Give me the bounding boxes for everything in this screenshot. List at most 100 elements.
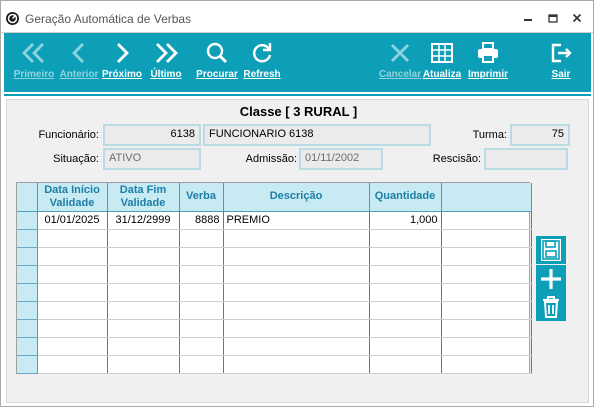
- cell-data-fim[interactable]: [107, 301, 180, 320]
- cell-verba[interactable]: [179, 265, 224, 284]
- cancel-button[interactable]: Cancelar: [378, 33, 422, 92]
- header-verba[interactable]: Verba: [179, 183, 224, 212]
- row-indicator[interactable]: [17, 337, 38, 356]
- row-indicator[interactable]: [17, 301, 38, 320]
- cell-data-inicio[interactable]: [37, 355, 108, 374]
- table-row[interactable]: [17, 337, 532, 356]
- cell-data-fim[interactable]: [107, 265, 180, 284]
- cell-data-fim[interactable]: [107, 319, 180, 338]
- first-button[interactable]: Primeiro: [12, 33, 56, 92]
- search-icon: [206, 42, 227, 63]
- cell-data-fim[interactable]: 31/12/2999: [107, 211, 180, 230]
- cell-quantidade[interactable]: [369, 337, 442, 356]
- situacao-field[interactable]: ATIVO: [103, 148, 201, 170]
- cell-data-inicio[interactable]: [37, 265, 108, 284]
- row-indicator[interactable]: [17, 265, 38, 284]
- close-button[interactable]: [570, 11, 584, 25]
- cell-verba[interactable]: [179, 355, 224, 374]
- cell-verba[interactable]: [179, 337, 224, 356]
- funcionario-code-field[interactable]: 6138: [103, 124, 201, 146]
- cell-verba[interactable]: [179, 229, 224, 248]
- table-row[interactable]: [17, 265, 532, 284]
- table-row[interactable]: 01/01/2025 31/12/2999 8888 PREMIO 1,000: [17, 211, 532, 230]
- header-data-inicio[interactable]: Data Início Validade: [37, 183, 108, 212]
- table-row[interactable]: [17, 283, 532, 302]
- save-button[interactable]: [536, 236, 566, 264]
- cell-data-fim[interactable]: [107, 283, 180, 302]
- cell-data-inicio[interactable]: [37, 247, 108, 266]
- row-indicator[interactable]: [17, 229, 38, 248]
- cell-quantidade[interactable]: [369, 247, 442, 266]
- cell-data-fim[interactable]: [107, 355, 180, 374]
- table-row[interactable]: [17, 301, 532, 320]
- cell-verba[interactable]: [179, 247, 224, 266]
- table-row[interactable]: [17, 247, 532, 266]
- cell-data-inicio[interactable]: 01/01/2025: [37, 211, 108, 230]
- next-label: Próximo: [101, 69, 142, 80]
- add-button[interactable]: [536, 265, 566, 293]
- previous-button[interactable]: Anterior: [58, 33, 100, 92]
- cell-descricao[interactable]: [223, 283, 370, 302]
- cell-verba[interactable]: [179, 283, 224, 302]
- cell-descricao[interactable]: [223, 265, 370, 284]
- funcionario-label: Funcionário:: [38, 129, 99, 141]
- row-indicator[interactable]: [17, 355, 38, 374]
- delete-button[interactable]: [536, 293, 566, 321]
- cell-data-inicio[interactable]: [37, 337, 108, 356]
- cell-quantidade[interactable]: [369, 319, 442, 338]
- cell-filler: [441, 283, 532, 302]
- cell-data-inicio[interactable]: [37, 319, 108, 338]
- search-button[interactable]: Procurar: [195, 33, 239, 92]
- close-icon: [572, 13, 582, 23]
- situacao-label: Situação:: [53, 153, 99, 165]
- cell-data-inicio[interactable]: [37, 283, 108, 302]
- turma-field[interactable]: 75: [510, 124, 570, 146]
- cell-descricao[interactable]: [223, 247, 370, 266]
- row-indicator[interactable]: [17, 247, 38, 266]
- cell-quantidade[interactable]: [369, 301, 442, 320]
- cell-quantidade[interactable]: [369, 229, 442, 248]
- cell-data-inicio[interactable]: [37, 229, 108, 248]
- row-indicator[interactable]: [17, 283, 38, 302]
- table-row[interactable]: [17, 355, 532, 374]
- cell-verba[interactable]: [179, 319, 224, 338]
- header-descricao[interactable]: Descrição: [223, 183, 370, 212]
- cell-descricao[interactable]: [223, 229, 370, 248]
- exit-label: Sair: [551, 69, 571, 80]
- cell-descricao[interactable]: PREMIO: [223, 211, 370, 230]
- funcionario-name-field[interactable]: FUNCIONARIO 6138: [203, 124, 431, 146]
- minimize-button[interactable]: [521, 11, 535, 25]
- cell-data-inicio[interactable]: [37, 301, 108, 320]
- cell-descricao[interactable]: [223, 301, 370, 320]
- cell-data-fim[interactable]: [107, 337, 180, 356]
- next-button[interactable]: Próximo: [101, 33, 143, 92]
- cell-data-fim[interactable]: [107, 229, 180, 248]
- maximize-button[interactable]: [546, 11, 560, 25]
- cell-verba[interactable]: 8888: [179, 211, 224, 230]
- cell-descricao[interactable]: [223, 355, 370, 374]
- rescisao-field[interactable]: [484, 148, 568, 170]
- print-button[interactable]: Imprimir: [466, 33, 510, 92]
- printer-icon: [478, 42, 498, 63]
- exit-button[interactable]: Sair: [542, 33, 580, 92]
- row-indicator[interactable]: [17, 211, 38, 230]
- turma-label: Turma:: [472, 129, 507, 141]
- header-data-fim[interactable]: Data Fim Validade: [107, 183, 180, 212]
- cell-quantidade[interactable]: [369, 355, 442, 374]
- table-row[interactable]: [17, 319, 532, 338]
- cell-quantidade[interactable]: [369, 283, 442, 302]
- admissao-field[interactable]: 01/11/2002: [299, 148, 383, 170]
- refresh-button[interactable]: Refresh: [241, 33, 283, 92]
- row-indicator[interactable]: [17, 319, 38, 338]
- last-button[interactable]: Último: [145, 33, 187, 92]
- header-quantidade[interactable]: Quantidade: [369, 183, 442, 212]
- update-button[interactable]: Atualiza: [420, 33, 464, 92]
- cell-verba[interactable]: [179, 301, 224, 320]
- cell-quantidade[interactable]: 1,000: [369, 211, 442, 230]
- cell-filler: [441, 229, 532, 248]
- table-row[interactable]: [17, 229, 532, 248]
- cell-quantidade[interactable]: [369, 265, 442, 284]
- cell-descricao[interactable]: [223, 337, 370, 356]
- cell-descricao[interactable]: [223, 319, 370, 338]
- cell-data-fim[interactable]: [107, 247, 180, 266]
